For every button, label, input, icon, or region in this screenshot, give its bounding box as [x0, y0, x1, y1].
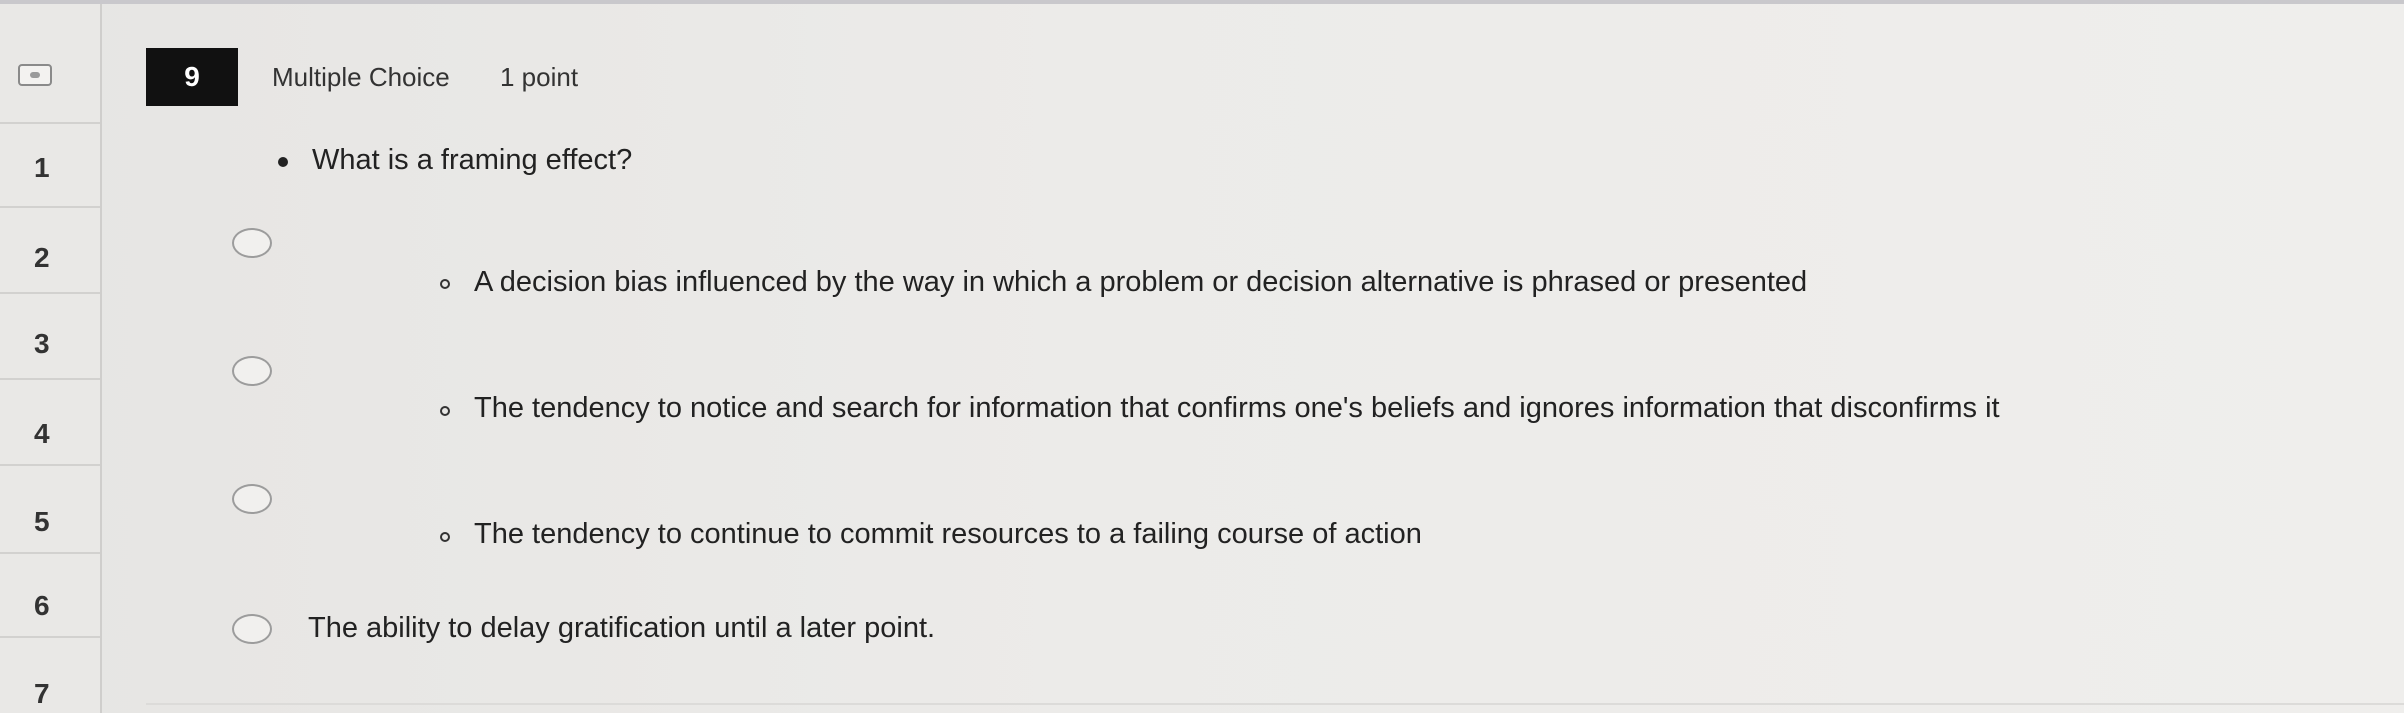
navigator-item-label: 2	[34, 242, 50, 273]
option-2-text[interactable]: The tendency to notice and search for in…	[474, 392, 2000, 425]
prompt-bullet	[278, 157, 288, 167]
question-type: Multiple Choice	[272, 62, 450, 92]
option-bullet	[440, 532, 450, 542]
navigator-item-1[interactable]: 1	[0, 124, 100, 208]
divider	[146, 703, 2404, 705]
option-4-radio[interactable]	[232, 614, 272, 644]
question-number-badge: 9	[146, 48, 238, 106]
navigator-item-7[interactable]: 7	[0, 638, 100, 713]
navigator-item-5[interactable]: 5	[0, 466, 100, 554]
top-edge	[0, 0, 2404, 4]
option-4-text[interactable]: The ability to delay gratification until…	[308, 612, 935, 645]
navigator-item-label: 4	[34, 418, 50, 449]
navigator-item-label: 3	[34, 328, 50, 359]
flag-icon[interactable]	[18, 64, 52, 86]
navigator-item-4[interactable]: 4	[0, 380, 100, 466]
navigator-item-label: 6	[34, 590, 50, 621]
option-2-radio[interactable]	[232, 356, 272, 386]
option-1-text[interactable]: A decision bias influenced by the way in…	[474, 266, 1807, 299]
navigator-item-2[interactable]: 2	[0, 208, 100, 294]
option-3-text[interactable]: The tendency to continue to commit resou…	[474, 518, 1422, 551]
question-navigator: 1 2 3 4 5 6 7	[0, 4, 102, 713]
navigator-item-3[interactable]: 3	[0, 294, 100, 380]
quiz-page: 1 2 3 4 5 6 7 9 Multiple Choice 1 point …	[0, 0, 2404, 713]
navigator-flag-cell[interactable]	[0, 4, 100, 124]
navigator-item-label: 7	[34, 678, 50, 709]
option-1-radio[interactable]	[232, 228, 272, 258]
navigator-item-6[interactable]: 6	[0, 554, 100, 638]
option-3-radio[interactable]	[232, 484, 272, 514]
option-bullet	[440, 406, 450, 416]
navigator-item-label: 1	[34, 152, 50, 183]
question-points: 1 point	[500, 62, 579, 92]
option-bullet	[440, 279, 450, 289]
question-prompt: What is a framing effect?	[312, 144, 633, 176]
navigator-item-label: 5	[34, 506, 50, 537]
